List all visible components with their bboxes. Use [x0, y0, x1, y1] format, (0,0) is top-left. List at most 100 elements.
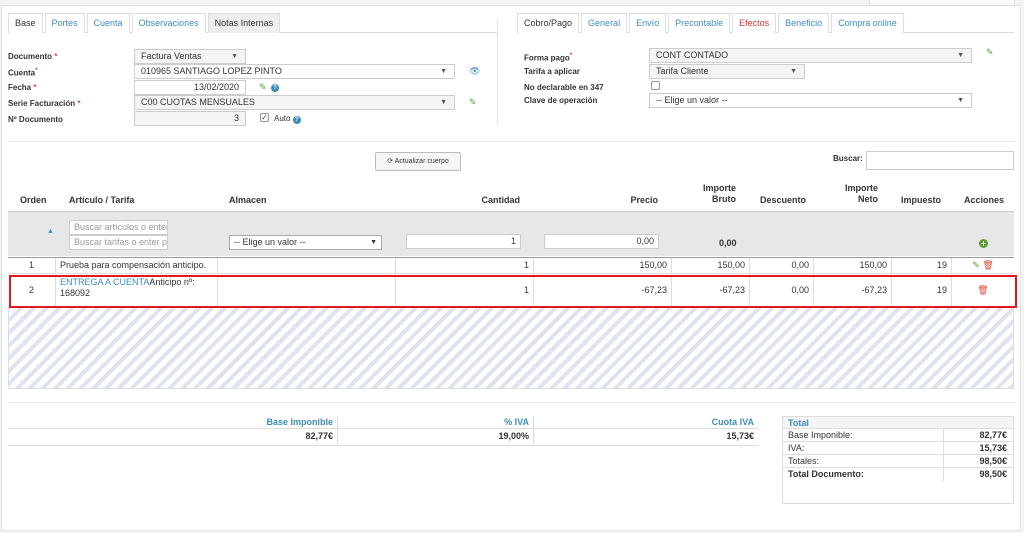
- forma-pago-select[interactable]: CONT CONTADO ▼: [649, 48, 972, 63]
- left-tabs: Base Portes Cuenta Observaciones Notas I…: [8, 13, 497, 34]
- cell-bruto: 150,00: [672, 258, 750, 273]
- tab-cuenta[interactable]: Cuenta: [86, 13, 130, 33]
- caret-down-icon: ▼: [957, 52, 964, 59]
- buscar-input[interactable]: [866, 151, 1014, 170]
- help-icon[interactable]: ?: [292, 116, 301, 124]
- caret-down-icon: ▼: [231, 53, 238, 60]
- tarifa-select[interactable]: Tarifa Cliente ▼: [649, 64, 805, 79]
- fecha-input[interactable]: 13/02/2020: [134, 80, 246, 95]
- cell-descuento: 0,00: [750, 258, 814, 273]
- tab-envio[interactable]: Envío: [629, 13, 667, 33]
- almacen-select[interactable]: -- Elige un valor -- ▼: [229, 235, 382, 250]
- th-importe-bruto: Importe Bruto: [702, 183, 736, 204]
- caret-down-icon: ▼: [957, 97, 964, 104]
- empty-table-area: [8, 307, 1014, 389]
- cuenta-select[interactable]: 010965 SANTIAGO LOPEZ PINTO ▼: [134, 64, 455, 79]
- trash-icon[interactable]: 🗑: [982, 260, 993, 270]
- tab-portes[interactable]: Portes: [44, 13, 85, 33]
- iva-value: 19,00%: [338, 429, 534, 445]
- tab-base[interactable]: Base: [8, 13, 43, 34]
- forma-pago-label: Forma pago*: [524, 52, 573, 63]
- cell-impuesto: 19: [892, 258, 952, 273]
- highlight-box: [9, 275, 1017, 308]
- fecha-label: Fecha *: [8, 83, 37, 92]
- cantidad-input[interactable]: 1: [406, 234, 521, 249]
- th-descuento: Descuento: [760, 195, 807, 205]
- cell-articulo: Prueba para compensación anticipo.: [56, 258, 218, 273]
- tab-compra-online[interactable]: Compra online: [831, 13, 904, 33]
- precio-input[interactable]: 0,00: [544, 234, 659, 249]
- caret-down-icon: ▼: [440, 68, 447, 75]
- ndoc-label: Nº Documento: [8, 115, 63, 124]
- sort-up-icon[interactable]: ▲: [47, 227, 54, 237]
- summary-row: IVA: 15,73€: [783, 442, 1013, 455]
- th-impuesto: Impuesto: [901, 195, 942, 205]
- cell-cantidad: 1: [396, 258, 534, 273]
- th-almacen: Almacen: [229, 195, 267, 205]
- pencil-icon[interactable]: ✎: [469, 97, 477, 107]
- tab-beneficio[interactable]: Beneficio: [778, 13, 830, 33]
- th-articulo: Artículo / Tarifa: [69, 195, 135, 205]
- table-row[interactable]: 1 Prueba para compensación anticipo. 1 1…: [8, 257, 1014, 274]
- tarifa-search-input[interactable]: Buscar tarifas o enter p: [69, 235, 168, 250]
- tab-general[interactable]: General: [581, 13, 628, 33]
- summary-row: Totales: 98,50€: [783, 455, 1013, 468]
- bruto-preview: 0,00: [719, 238, 737, 248]
- column-divider: [497, 18, 498, 126]
- documento-label: Documento *: [8, 52, 58, 61]
- eye-icon[interactable]: 👁: [469, 66, 480, 76]
- help-icon[interactable]: ?: [271, 81, 279, 92]
- th-orden: Orden: [20, 195, 47, 205]
- cell-orden: 1: [8, 258, 56, 273]
- th-precio: Precio: [630, 195, 658, 205]
- summary-box: Total Base Imponible: 82,77€ IVA: 15,73€ T…: [782, 416, 1014, 504]
- top-toolbar-stub[interactable]: [869, 0, 1015, 6]
- tab-notas-internas[interactable]: Notas Internas: [207, 13, 281, 33]
- totals-bottom-line: [8, 445, 758, 446]
- actualizar-cuerpo-button[interactable]: ⟳ Actualizar cuerpo: [375, 152, 461, 171]
- th-acciones: Acciones: [964, 195, 1005, 205]
- clave-select[interactable]: -- Elige un valor -- ▼: [649, 93, 972, 108]
- cell-acciones: ✎ 🗑: [952, 258, 1014, 273]
- pencil-icon[interactable]: ✎: [259, 82, 267, 92]
- summary-row: Base Imponible: 82,77€: [783, 429, 1013, 442]
- right-tabs: Cobro/Pago General Envío Precontable Efe…: [517, 13, 1014, 34]
- cuota-iva-value: 15,73€: [726, 431, 754, 441]
- caret-down-icon: ▼: [370, 239, 377, 246]
- base-imponible-header: Base Imponible: [8, 416, 338, 428]
- th-cantidad: Cantidad: [481, 195, 520, 205]
- pencil-icon[interactable]: ✎: [972, 260, 980, 270]
- cell-neto: 150,00: [814, 258, 892, 273]
- tab-cobro-pago[interactable]: Cobro/Pago: [517, 13, 580, 34]
- form-divider: [8, 141, 1014, 142]
- tab-observaciones[interactable]: Observaciones: [131, 13, 206, 33]
- cell-almacen: [218, 258, 396, 273]
- add-circle-icon[interactable]: +: [979, 238, 988, 248]
- articulo-search-input[interactable]: Buscar artículos o enter: [69, 220, 168, 235]
- ndoc-input[interactable]: 3: [134, 111, 246, 126]
- auto-checkbox[interactable]: ✓: [260, 113, 269, 122]
- buscar-label: Buscar:: [833, 154, 863, 163]
- tab-efectos[interactable]: Efectos: [732, 13, 777, 33]
- cuota-iva-header: Cuota IVA: [711, 417, 754, 427]
- pencil-icon[interactable]: ✎: [986, 47, 994, 57]
- caret-down-icon: ▼: [790, 68, 797, 75]
- no-declarable-label: No declarable en 347: [524, 83, 604, 92]
- th-importe-neto: Importe Neto: [844, 183, 878, 204]
- totals-divider: [8, 402, 1014, 403]
- cuenta-label: Cuenta*: [8, 67, 38, 78]
- clave-label: Clave de operación: [524, 96, 598, 105]
- documento-select[interactable]: Factura Ventas ▼: [134, 49, 246, 64]
- tab-precontable[interactable]: Precontable: [668, 13, 731, 33]
- base-imponible-value: 82,77€: [8, 429, 338, 445]
- no-declarable-checkbox[interactable]: [651, 81, 660, 90]
- refresh-icon: ⟳: [387, 158, 394, 165]
- serie-select[interactable]: C00 CUOTAS MENSUALES ▼: [134, 95, 455, 110]
- auto-label: Auto ?: [274, 114, 301, 124]
- summary-title: Total: [783, 417, 1013, 429]
- serie-label: Serie Facturación *: [8, 99, 81, 108]
- tarifa-label: Tarifa a aplicar: [524, 67, 580, 76]
- iva-header: % IVA: [338, 416, 534, 428]
- summary-row-total: Total Documento: 98,50€: [788, 468, 1007, 481]
- caret-down-icon: ▼: [440, 99, 447, 106]
